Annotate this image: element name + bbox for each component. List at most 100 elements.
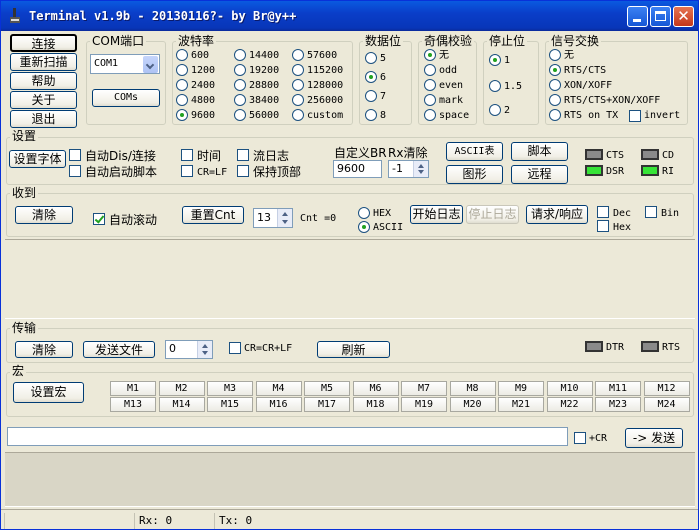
- baud-256000-radio[interactable]: [292, 94, 304, 106]
- send-button[interactable]: -> 发送: [625, 428, 683, 448]
- ascii-table-button[interactable]: ASCII表: [446, 142, 503, 161]
- baud-custom-radio[interactable]: [292, 109, 304, 121]
- macro-button-m17[interactable]: M17: [304, 397, 350, 412]
- send-input[interactable]: [7, 427, 568, 446]
- macro-button-m11[interactable]: M11: [595, 381, 641, 396]
- transmit-clear-button[interactable]: 清除: [15, 341, 73, 358]
- refresh-button[interactable]: 刷新: [317, 341, 390, 358]
- minimize-icon[interactable]: [627, 6, 648, 27]
- hex-radio[interactable]: [358, 207, 370, 219]
- script-button[interactable]: 脚本: [511, 142, 568, 161]
- baud-600-radio[interactable]: [176, 49, 188, 61]
- macro-button-m3[interactable]: M3: [207, 381, 253, 396]
- spinner-arrows-icon[interactable]: [413, 161, 428, 177]
- receive-text-area[interactable]: [5, 239, 695, 319]
- dec-checkbox[interactable]: [597, 206, 609, 218]
- transmit-text-area[interactable]: [5, 452, 695, 507]
- baud-56000-radio[interactable]: [234, 109, 246, 121]
- handshake-4-radio[interactable]: [549, 109, 561, 121]
- add-cr-checkbox[interactable]: [574, 432, 586, 444]
- parity-2-radio[interactable]: [424, 79, 436, 91]
- connect-button[interactable]: 连接: [10, 34, 77, 52]
- handshake-0-radio[interactable]: [549, 49, 561, 61]
- parity-1-radio[interactable]: [424, 64, 436, 76]
- baud-2400-radio[interactable]: [176, 79, 188, 91]
- macro-button-m20[interactable]: M20: [449, 397, 496, 412]
- macro-button-m2[interactable]: M2: [158, 381, 205, 396]
- databits-7-radio[interactable]: [365, 90, 377, 102]
- macro-button-m7[interactable]: M7: [401, 381, 447, 396]
- macro-button-m8[interactable]: M8: [449, 381, 496, 396]
- ascii-radio[interactable]: [358, 221, 370, 233]
- set-macros-button[interactable]: 设置宏: [13, 382, 84, 403]
- send-file-button[interactable]: 发送文件: [83, 341, 155, 358]
- stopbits-2-radio[interactable]: [489, 104, 501, 116]
- stop-log-button[interactable]: 停止日志: [466, 205, 519, 224]
- baud-28800-radio[interactable]: [234, 79, 246, 91]
- macro-button-m22[interactable]: M22: [546, 397, 593, 412]
- cnt-spinner[interactable]: 13: [253, 208, 293, 228]
- handshake-1-radio[interactable]: [549, 64, 561, 76]
- auto-script-checkbox[interactable]: [69, 165, 81, 177]
- stream-log-checkbox[interactable]: [237, 149, 249, 161]
- handshake-3-radio[interactable]: [549, 94, 561, 106]
- graph-button[interactable]: 图形: [446, 165, 503, 184]
- title-bar[interactable]: Terminal v1.9b - 20130116?- by Br@y++ ✕: [1, 1, 698, 31]
- time-checkbox[interactable]: [181, 149, 193, 161]
- crcrlf-checkbox[interactable]: [229, 342, 241, 354]
- rx-clear-spinner[interactable]: -1: [388, 160, 429, 178]
- stopbits-0-radio[interactable]: [489, 54, 501, 66]
- custom-br-input[interactable]: 9600: [333, 160, 382, 178]
- macro-button-m24[interactable]: M24: [643, 397, 690, 412]
- start-log-button[interactable]: 开始日志: [410, 205, 463, 224]
- baud-115200-radio[interactable]: [292, 64, 304, 76]
- macro-button-m9[interactable]: M9: [498, 381, 544, 396]
- parity-0-radio[interactable]: [424, 49, 436, 61]
- receive-clear-button[interactable]: 清除: [15, 206, 73, 224]
- set-font-button[interactable]: 设置字体: [9, 150, 66, 168]
- bin-checkbox[interactable]: [645, 206, 657, 218]
- hex-checkbox[interactable]: [597, 220, 609, 232]
- spinner-arrows-icon[interactable]: [277, 209, 292, 227]
- about-button[interactable]: 关于: [10, 91, 77, 109]
- remote-button[interactable]: 远程: [511, 165, 568, 184]
- databits-5-radio[interactable]: [365, 52, 377, 64]
- databits-8-radio[interactable]: [365, 109, 377, 121]
- chevron-down-icon[interactable]: [143, 56, 158, 73]
- databits-6-radio[interactable]: [365, 71, 377, 83]
- baud-1200-radio[interactable]: [176, 64, 188, 76]
- macro-button-m5[interactable]: M5: [304, 381, 350, 396]
- close-icon[interactable]: ✕: [673, 6, 694, 27]
- baud-128000-radio[interactable]: [292, 79, 304, 91]
- parity-3-radio[interactable]: [424, 94, 436, 106]
- crlf-checkbox[interactable]: [181, 165, 193, 177]
- transmit-spinner[interactable]: 0: [165, 340, 213, 359]
- auto-dis-checkbox[interactable]: [69, 149, 81, 161]
- macro-button-m14[interactable]: M14: [158, 397, 205, 412]
- exit-button[interactable]: 退出: [10, 110, 77, 128]
- help-button[interactable]: 帮助: [10, 72, 77, 90]
- macro-button-m13[interactable]: M13: [110, 397, 156, 412]
- reset-cnt-button[interactable]: 重置Cnt: [182, 206, 244, 224]
- macro-button-m19[interactable]: M19: [401, 397, 447, 412]
- baud-38400-radio[interactable]: [234, 94, 246, 106]
- com-port-select[interactable]: COM1: [90, 54, 160, 74]
- macro-button-m4[interactable]: M4: [255, 381, 302, 396]
- macro-button-m10[interactable]: M10: [546, 381, 593, 396]
- baud-9600-radio[interactable]: [176, 109, 188, 121]
- macro-button-m16[interactable]: M16: [255, 397, 302, 412]
- handshake-2-radio[interactable]: [549, 79, 561, 91]
- stopbits-1-radio[interactable]: [489, 80, 501, 92]
- macro-button-m18[interactable]: M18: [352, 397, 399, 412]
- parity-4-radio[interactable]: [424, 109, 436, 121]
- macro-button-m23[interactable]: M23: [595, 397, 641, 412]
- baud-14400-radio[interactable]: [234, 49, 246, 61]
- baud-57600-radio[interactable]: [292, 49, 304, 61]
- coms-button[interactable]: COMs: [92, 89, 160, 107]
- macro-button-m21[interactable]: M21: [498, 397, 544, 412]
- baud-19200-radio[interactable]: [234, 64, 246, 76]
- invert-checkbox[interactable]: [629, 110, 641, 122]
- macro-button-m1[interactable]: M1: [110, 381, 156, 396]
- macro-button-m6[interactable]: M6: [352, 381, 399, 396]
- spinner-arrows-icon[interactable]: [197, 341, 212, 358]
